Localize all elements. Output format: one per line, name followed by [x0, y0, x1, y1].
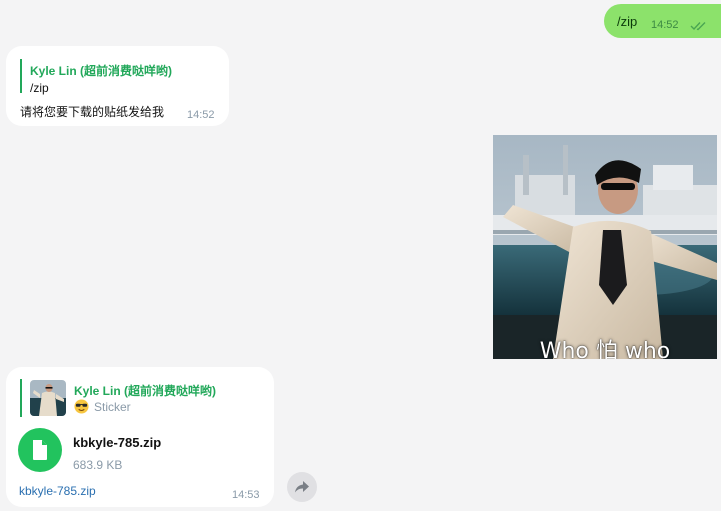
- file-caption-link[interactable]: kbkyle-785.zip: [19, 484, 96, 498]
- outgoing-message-bubble[interactable]: /zip 14:52: [604, 4, 721, 38]
- quote-text: /zip: [30, 81, 49, 95]
- double-check-icon: [690, 18, 708, 36]
- quote-sender-name: Kyle Lin (超前消费哒咩哟): [30, 64, 173, 78]
- quote-sticker-text: Sticker: [94, 400, 131, 414]
- forward-arrow-icon: [295, 481, 309, 493]
- file-name[interactable]: kbkyle-785.zip: [73, 435, 161, 450]
- outgoing-message-time: 14:52: [651, 19, 679, 31]
- sticker-image[interactable]: Who 怕 who: [493, 135, 717, 359]
- incoming-message-time: 14:52: [187, 109, 215, 121]
- incoming-reply-bubble[interactable]: Kyle Lin (超前消费哒咩哟) /zip 请将您要下载的贴纸发给我 14:…: [6, 46, 229, 126]
- reply-quote[interactable]: Kyle Lin (超前消费哒咩哟) /zip: [20, 59, 222, 95]
- reply-quote[interactable]: Kyle Lin (超前消费哒咩哟) Sticker: [20, 379, 262, 417]
- outgoing-message-text: /zip: [617, 14, 638, 29]
- quote-sender-name: Kyle Lin (超前消费哒咩哟): [74, 384, 217, 398]
- file-size: 683.9 KB: [73, 458, 123, 472]
- incoming-file-time: 14:53: [232, 489, 260, 501]
- sticker-caption: Who 怕 who: [539, 339, 671, 359]
- incoming-file-bubble[interactable]: Kyle Lin (超前消费哒咩哟) Sticker kbkyle-785.zi…: [6, 367, 274, 507]
- file-icon[interactable]: [18, 428, 62, 472]
- sticker-thumbnail: [30, 380, 66, 416]
- quote-sticker-label: Sticker: [74, 399, 131, 414]
- incoming-message-text: 请将您要下载的贴纸发给我: [20, 105, 165, 119]
- forward-button[interactable]: [287, 472, 317, 502]
- sunglasses-emoji-icon: [74, 399, 89, 414]
